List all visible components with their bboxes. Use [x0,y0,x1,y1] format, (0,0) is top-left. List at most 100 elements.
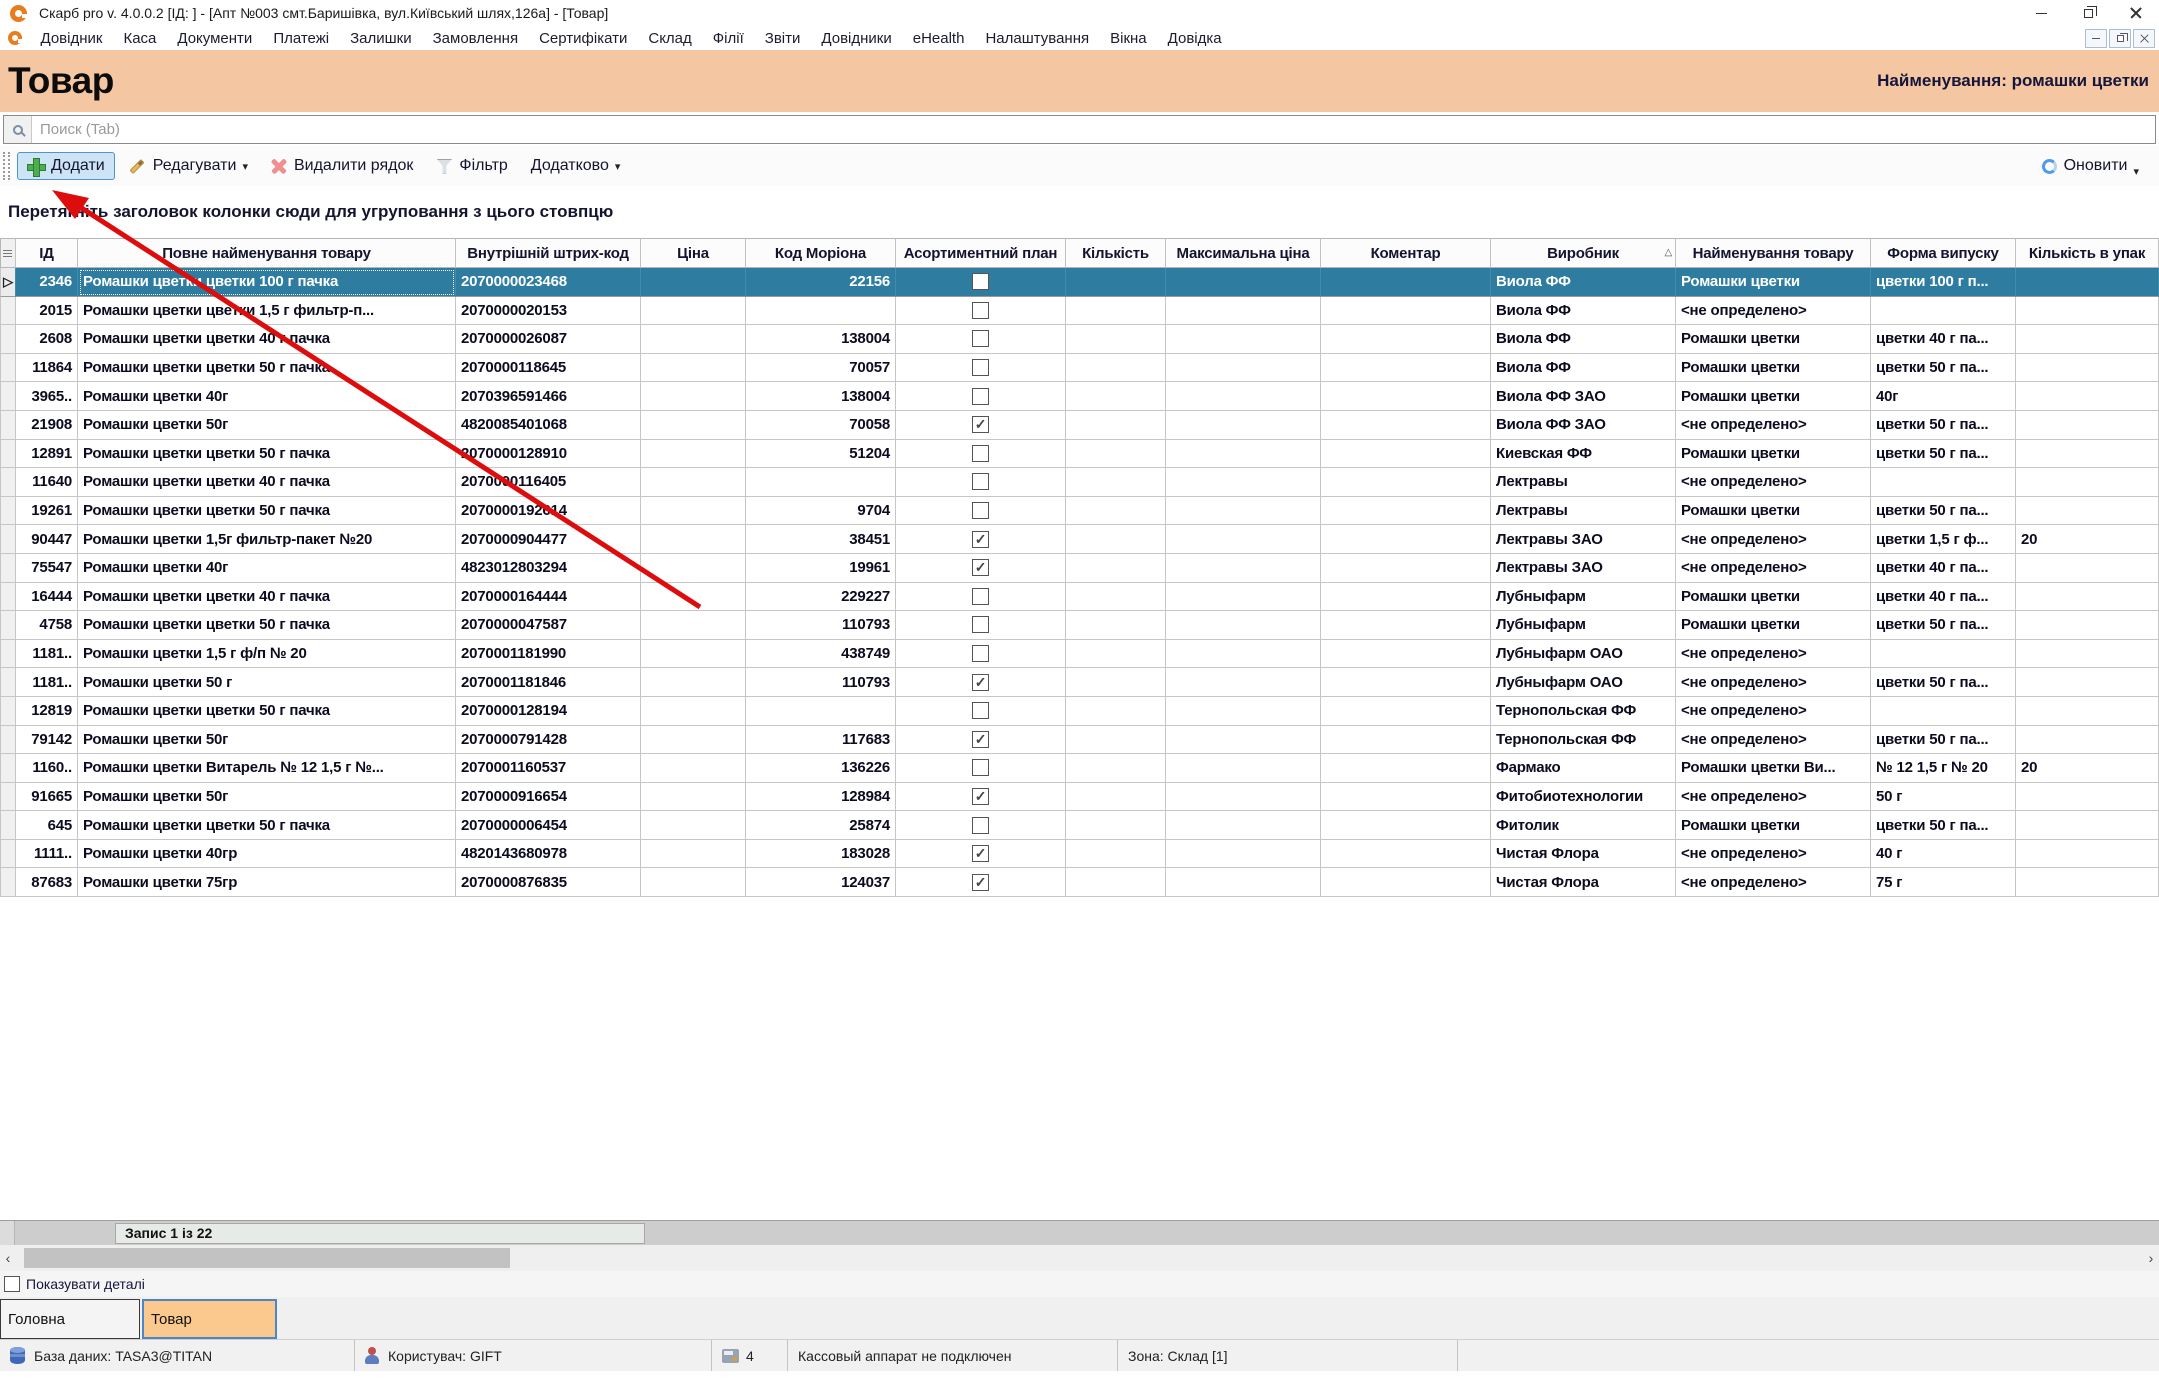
assortment-checkbox[interactable] [972,388,989,405]
cell-quantity[interactable] [1066,868,1166,897]
table-row[interactable]: 1181..Ромашки цветки 1,5 г ф/п № 2020700… [0,640,2159,669]
add-button[interactable]: Додати [17,152,115,180]
menu-item-5[interactable]: Залишки [350,30,412,47]
cell-assortment[interactable] [896,697,1066,726]
cell-comment[interactable] [1321,411,1491,440]
cell-morion[interactable] [746,468,896,497]
cell-release_form[interactable]: цветки 50 г па... [1871,668,2016,697]
menu-item-8[interactable]: Склад [648,30,691,47]
cell-id[interactable]: 11864 [16,354,78,383]
cell-morion[interactable]: 136226 [746,754,896,783]
menu-item-15[interactable]: Довідка [1168,30,1222,47]
cell-comment[interactable] [1321,440,1491,469]
cell-comment[interactable] [1321,554,1491,583]
cell-manufacturer[interactable]: Виола ФФ [1491,268,1676,297]
cell-product_name[interactable]: <не определено> [1676,783,1871,812]
cell-id[interactable]: 3965.. [16,382,78,411]
cell-id[interactable]: 11640 [16,468,78,497]
cell-assortment[interactable] [896,640,1066,669]
cell-assortment[interactable] [896,868,1066,897]
assortment-checkbox[interactable] [972,731,989,748]
cell-full_name[interactable]: Ромашки цветки цветки 1,5 г фильтр-п... [78,297,456,326]
cell-max_price[interactable] [1166,440,1321,469]
cell-release_form[interactable]: цветки 40 г па... [1871,325,2016,354]
cell-release_form[interactable]: цветки 40 г па... [1871,583,2016,612]
cell-comment[interactable] [1321,468,1491,497]
cell-quantity[interactable] [1066,468,1166,497]
cell-comment[interactable] [1321,697,1491,726]
menu-item-14[interactable]: Вікна [1110,30,1147,47]
cell-morion[interactable]: 124037 [746,868,896,897]
cell-barcode[interactable]: 2070000164444 [456,583,641,612]
assortment-checkbox[interactable] [972,559,989,576]
cell-price[interactable] [641,726,746,755]
cell-product_name[interactable]: Ромашки цветки [1676,497,1871,526]
cell-product_name[interactable]: <не определено> [1676,411,1871,440]
cell-id[interactable]: 90447 [16,525,78,554]
cell-price[interactable] [641,840,746,869]
scroll-left-button[interactable]: ‹ [0,1245,16,1271]
cell-full_name[interactable]: Ромашки цветки 40г [78,382,456,411]
cell-pack_qty[interactable] [2016,611,2159,640]
cell-pack_qty[interactable]: 20 [2016,754,2159,783]
cell-quantity[interactable] [1066,325,1166,354]
cell-id[interactable]: 1160.. [16,754,78,783]
cell-comment[interactable] [1321,297,1491,326]
cell-assortment[interactable] [896,811,1066,840]
table-row[interactable]: 19261Ромашки цветки цветки 50 г пачка207… [0,497,2159,526]
cell-manufacturer[interactable]: Виола ФФ [1491,354,1676,383]
cell-quantity[interactable] [1066,297,1166,326]
table-row[interactable]: 91665Ромашки цветки 50г20700009166541289… [0,783,2159,812]
cell-full_name[interactable]: Ромашки цветки цветки 50 г пачка [78,611,456,640]
cell-id[interactable]: 1181.. [16,640,78,669]
cell-barcode[interactable]: 2070000904477 [456,525,641,554]
column-header-quantity[interactable]: Кількість [1066,238,1166,268]
cell-max_price[interactable] [1166,783,1321,812]
tab-golovna[interactable]: Головна [0,1299,140,1339]
assortment-checkbox[interactable] [972,759,989,776]
table-row[interactable]: 16444Ромашки цветки цветки 40 г пачка207… [0,583,2159,612]
cell-manufacturer[interactable]: Лектравы [1491,497,1676,526]
cell-comment[interactable] [1321,382,1491,411]
menu-item-3[interactable]: Документи [177,30,252,47]
cell-pack_qty[interactable] [2016,783,2159,812]
table-row[interactable]: 1111..Ромашки цветки 40гр482014368097818… [0,840,2159,869]
cell-barcode[interactable]: 2070396591466 [456,382,641,411]
assortment-checkbox[interactable] [972,330,989,347]
cell-full_name[interactable]: Ромашки цветки 50г [78,783,456,812]
cell-id[interactable]: 2608 [16,325,78,354]
cell-full_name[interactable]: Ромашки цветки цветки 40 г пачка [78,468,456,497]
assortment-checkbox[interactable] [972,674,989,691]
cell-max_price[interactable] [1166,697,1321,726]
cell-product_name[interactable]: Ромашки цветки [1676,382,1871,411]
cell-barcode[interactable]: 2070000876835 [456,868,641,897]
table-row[interactable]: 12891Ромашки цветки цветки 50 г пачка207… [0,440,2159,469]
minimize-button[interactable] [2018,0,2065,26]
cell-product_name[interactable]: <не определено> [1676,525,1871,554]
assortment-checkbox[interactable] [972,788,989,805]
cell-max_price[interactable] [1166,668,1321,697]
cell-id[interactable]: 12819 [16,697,78,726]
cell-price[interactable] [641,525,746,554]
cell-barcode[interactable]: 2070000023468 [456,268,641,297]
cell-assortment[interactable] [896,754,1066,783]
cell-price[interactable] [641,382,746,411]
scroll-right-button[interactable]: › [2143,1245,2159,1271]
cell-max_price[interactable] [1166,325,1321,354]
cell-max_price[interactable] [1166,382,1321,411]
assortment-checkbox[interactable] [972,616,989,633]
cell-barcode[interactable]: 2070001160537 [456,754,641,783]
cell-pack_qty[interactable] [2016,811,2159,840]
cell-assortment[interactable] [896,783,1066,812]
table-row[interactable]: 90447Ромашки цветки 1,5г фильтр-пакет №2… [0,525,2159,554]
cell-max_price[interactable] [1166,497,1321,526]
table-row[interactable]: 1160..Ромашки цветки Витарель № 12 1,5 г… [0,754,2159,783]
horizontal-scrollbar[interactable]: ‹ › [0,1245,2159,1271]
column-header-comment[interactable]: Коментар [1321,238,1491,268]
cell-release_form[interactable]: цветки 1,5 г ф... [1871,525,2016,554]
cell-morion[interactable]: 138004 [746,382,896,411]
tab-tovar[interactable]: Товар [142,1299,277,1339]
column-header-id[interactable]: ІД [16,238,78,268]
cell-assortment[interactable] [896,497,1066,526]
cell-pack_qty[interactable] [2016,497,2159,526]
